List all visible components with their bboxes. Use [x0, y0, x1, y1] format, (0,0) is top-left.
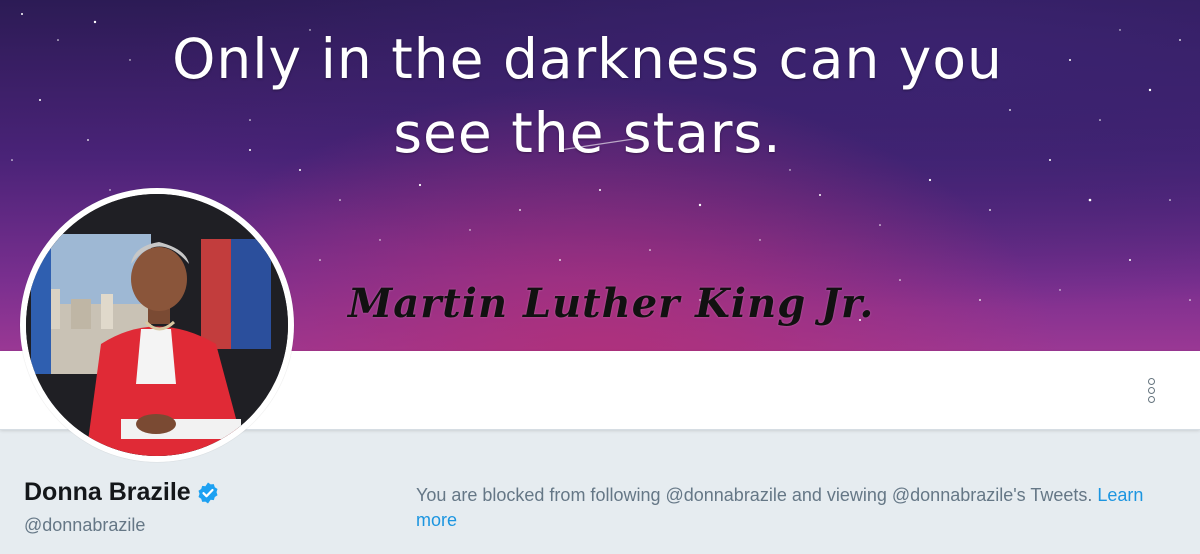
vertical-ellipsis-icon [1147, 395, 1155, 403]
verified-badge-icon [198, 482, 218, 503]
banner-quote: Only in the darkness can you see the sta… [0, 22, 1175, 170]
profile-screen-name[interactable]: @donnabrazile [24, 515, 145, 536]
profile-display-name[interactable]: Donna Brazile [24, 478, 220, 507]
more-options-button[interactable] [1138, 375, 1164, 405]
banner-quote-line-2: see the stars. [393, 101, 782, 165]
vertical-ellipsis-icon [1147, 377, 1155, 385]
profile-page: Only in the darkness can you see the sta… [0, 0, 1200, 554]
display-name-text: Donna Brazile [24, 478, 191, 506]
banner-attribution: Martin Luther King Jr. [348, 280, 875, 327]
avatar-photo [26, 194, 288, 456]
vertical-ellipsis-icon [1147, 386, 1155, 394]
avatar-illustration [26, 194, 288, 456]
blocked-notice: You are blocked from following @donnabra… [416, 483, 1176, 533]
blocked-notice-text: You are blocked from following @donnabra… [416, 485, 1098, 505]
profile-avatar[interactable] [20, 188, 294, 462]
banner-quote-line-1: Only in the darkness can you [172, 27, 1003, 91]
